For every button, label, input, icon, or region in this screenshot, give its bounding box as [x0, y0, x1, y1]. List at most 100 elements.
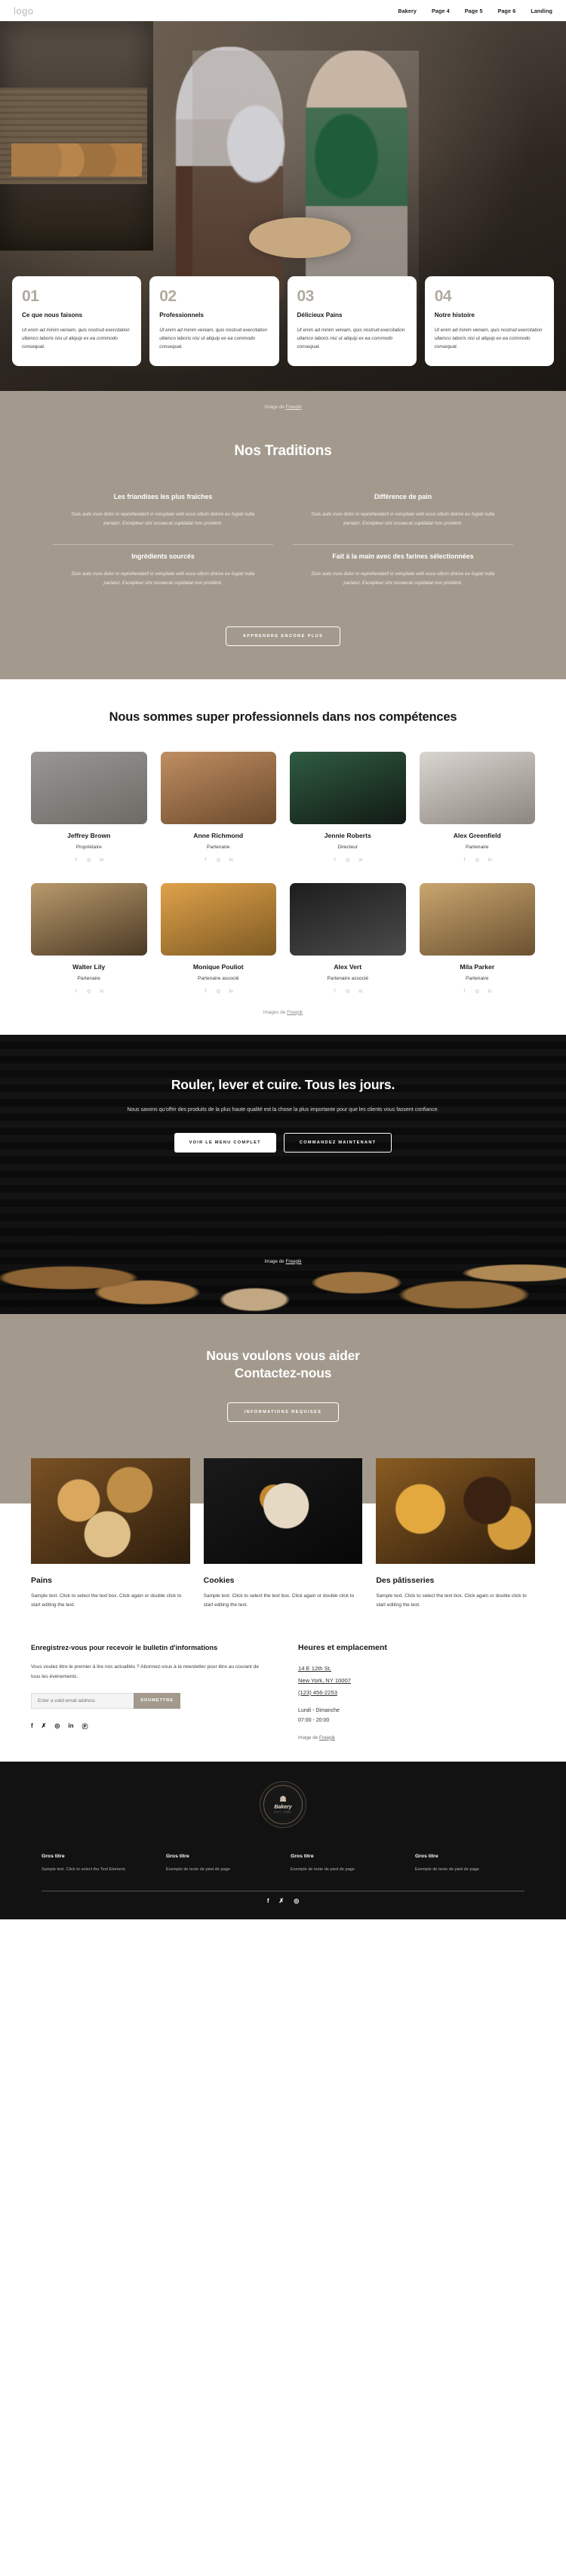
- tradition-heading: Ingrédients sourcés: [131, 552, 195, 561]
- footer-columns: Gros titre Sample text. Click to select …: [42, 1854, 524, 1891]
- submit-button[interactable]: SOUMETTRE: [134, 1692, 180, 1709]
- instagram-icon[interactable]: ◎: [215, 857, 222, 863]
- facebook-icon[interactable]: f: [461, 988, 468, 995]
- team-member: Alex Vert Partenaire associé f ◎ in: [290, 882, 406, 995]
- instagram-icon[interactable]: ◎: [474, 857, 481, 863]
- newsletter-heading: Enregistrez-vous pour recevoir le bullet…: [31, 1644, 218, 1652]
- hero-image-credit: Image de Freepik: [0, 402, 566, 410]
- feature-card[interactable]: 04 Notre histoire Ut enim ad minim venia…: [424, 275, 554, 366]
- address-line-2[interactable]: New York, NY 10007: [298, 1675, 535, 1687]
- instagram-icon[interactable]: ◎: [344, 988, 351, 995]
- member-role: Partenaire: [466, 844, 489, 850]
- credit-link[interactable]: Freepik: [286, 405, 302, 410]
- facebook-icon[interactable]: f: [72, 988, 79, 995]
- tradition-heading: Les friandises les plus fraîches: [113, 493, 213, 500]
- feature-card-text: Ut enim ad minim veniam, quis nostrud ex…: [297, 327, 405, 349]
- instagram-icon[interactable]: ◎: [85, 988, 92, 995]
- member-socials: f ◎ in: [31, 857, 147, 863]
- email-field[interactable]: [31, 1692, 134, 1709]
- linkedin-icon[interactable]: in: [68, 1722, 73, 1731]
- team-member: Jennie Roberts Directeur f ◎ in: [290, 751, 406, 863]
- linkedin-icon[interactable]: in: [357, 857, 364, 863]
- team-member: Mila Parker Partenaire f ◎ in: [419, 882, 536, 995]
- feature-card[interactable]: 02 Professionnels Ut enim ad minim venia…: [149, 275, 279, 366]
- nav-item-bakery[interactable]: Bakery: [398, 8, 417, 14]
- linkedin-icon[interactable]: in: [98, 988, 105, 995]
- facebook-icon[interactable]: f: [331, 988, 338, 995]
- twitter-icon[interactable]: ✗: [42, 1722, 47, 1731]
- credit-link[interactable]: Freepik: [319, 1735, 335, 1740]
- opening-days: Lundi - Dimanche: [298, 1707, 340, 1713]
- facebook-icon[interactable]: f: [202, 988, 209, 995]
- nav-item-page-5[interactable]: Page 5: [465, 8, 483, 14]
- footer-column-heading: Gros titre: [42, 1854, 65, 1860]
- credit-prefix: Image de: [264, 405, 286, 410]
- traditions-title: Nos Traditions: [234, 443, 332, 459]
- member-socials: f ◎ in: [420, 988, 536, 995]
- linkedin-icon[interactable]: in: [357, 988, 364, 995]
- credit-prefix: Image de: [264, 1258, 286, 1264]
- phone-number[interactable]: (123) 456-2253: [298, 1687, 535, 1699]
- instagram-icon[interactable]: ◎: [344, 857, 351, 863]
- facebook-icon[interactable]: f: [461, 857, 468, 863]
- team-grid: Jeffrey Brown Propriétaire f ◎ in Anne R…: [31, 751, 536, 995]
- nav-item-landing[interactable]: Landing: [531, 8, 552, 14]
- instagram-icon[interactable]: ◎: [215, 988, 222, 995]
- tradition-item: Les friandises les plus fraîches Duis au…: [53, 485, 273, 546]
- linkedin-icon[interactable]: in: [98, 857, 105, 863]
- footer-column-heading: Gros titre: [166, 1854, 189, 1860]
- twitter-icon[interactable]: ✗: [278, 1897, 284, 1904]
- required-info-button[interactable]: INFORMATIONS REQUISES: [226, 1402, 340, 1422]
- cta-section: Rouler, lever et cuire. Tous les jours. …: [0, 1034, 566, 1314]
- member-name: Alex Vert: [334, 962, 362, 971]
- linkedin-icon[interactable]: in: [228, 988, 235, 995]
- instagram-icon[interactable]: ◎: [85, 857, 92, 863]
- linkedin-icon[interactable]: in: [487, 988, 494, 995]
- product-card[interactable]: Cookies Sample text. Click to select the…: [203, 1458, 363, 1610]
- product-card[interactable]: Des pâtisseries Sample text. Click to se…: [376, 1458, 535, 1610]
- traditions-section: Image de Freepik Nos Traditions Les fria…: [0, 391, 566, 680]
- products-grid: Pains Sample text. Click to select the t…: [31, 1448, 535, 1610]
- logo[interactable]: logo: [14, 5, 34, 17]
- hero-section: 01 Ce que nous faisons Ut enim ad minim …: [0, 21, 566, 391]
- feature-card-text: Ut enim ad minim veniam, quis nostrud ex…: [159, 327, 268, 349]
- credit-link[interactable]: Freepik: [287, 1010, 303, 1015]
- feature-card-text: Ut enim ad minim veniam, quis nostrud ex…: [434, 327, 543, 349]
- cta-buttons: VOIR LE MENU COMPLET COMMANDEZ MAINTENAN…: [0, 1133, 566, 1153]
- main-nav: Bakery Page 4 Page 5 Page 6 Landing: [398, 8, 552, 14]
- learn-more-button[interactable]: APPRENDRE ENCORE PLUS: [225, 626, 341, 647]
- facebook-icon[interactable]: f: [31, 1722, 33, 1731]
- member-name: Jeffrey Brown: [67, 831, 111, 839]
- linkedin-icon[interactable]: in: [487, 857, 494, 863]
- member-name: Mila Parker: [460, 962, 495, 971]
- member-name: Monique Pouliot: [192, 962, 244, 971]
- order-now-button[interactable]: COMMANDEZ MAINTENANT: [283, 1133, 392, 1153]
- member-name: Walter Lily: [72, 962, 106, 971]
- bread-scene-image: [0, 1193, 566, 1314]
- nav-item-page-6[interactable]: Page 6: [498, 8, 516, 14]
- view-full-menu-button[interactable]: VOIR LE MENU COMPLET: [174, 1133, 276, 1153]
- products-section: Pains Sample text. Click to select the t…: [0, 1448, 566, 1630]
- pinterest-icon[interactable]: Ⓟ: [82, 1722, 88, 1731]
- facebook-icon[interactable]: f: [267, 1897, 269, 1904]
- facebook-icon[interactable]: f: [72, 857, 79, 863]
- facebook-icon[interactable]: f: [202, 857, 209, 863]
- linkedin-icon[interactable]: in: [228, 857, 235, 863]
- tradition-item: Fait à la main avec des farines sélectio…: [293, 545, 513, 604]
- member-photo: [290, 751, 406, 824]
- address-line-1[interactable]: 14 E 12th St,: [298, 1663, 535, 1675]
- product-card[interactable]: Pains Sample text. Click to select the t…: [31, 1458, 190, 1610]
- member-socials: f ◎ in: [290, 988, 406, 995]
- facebook-icon[interactable]: f: [331, 857, 338, 863]
- member-role: Partenaire: [207, 844, 230, 850]
- instagram-icon[interactable]: ◎: [474, 988, 481, 995]
- credit-link[interactable]: Freepik: [286, 1259, 302, 1264]
- feature-card[interactable]: 01 Ce que nous faisons Ut enim ad minim …: [12, 275, 142, 366]
- instagram-icon[interactable]: ◎: [54, 1722, 60, 1731]
- instagram-icon[interactable]: ◎: [294, 1897, 299, 1904]
- nav-item-page-4[interactable]: Page 4: [432, 8, 450, 14]
- feature-card-number: 02: [159, 287, 177, 305]
- feature-card[interactable]: 03 Délicieux Pains Ut enim ad minim veni…: [287, 275, 417, 366]
- site-footer: ☗ Bakery EST 1984 Gros titre Sample text…: [0, 1762, 566, 1919]
